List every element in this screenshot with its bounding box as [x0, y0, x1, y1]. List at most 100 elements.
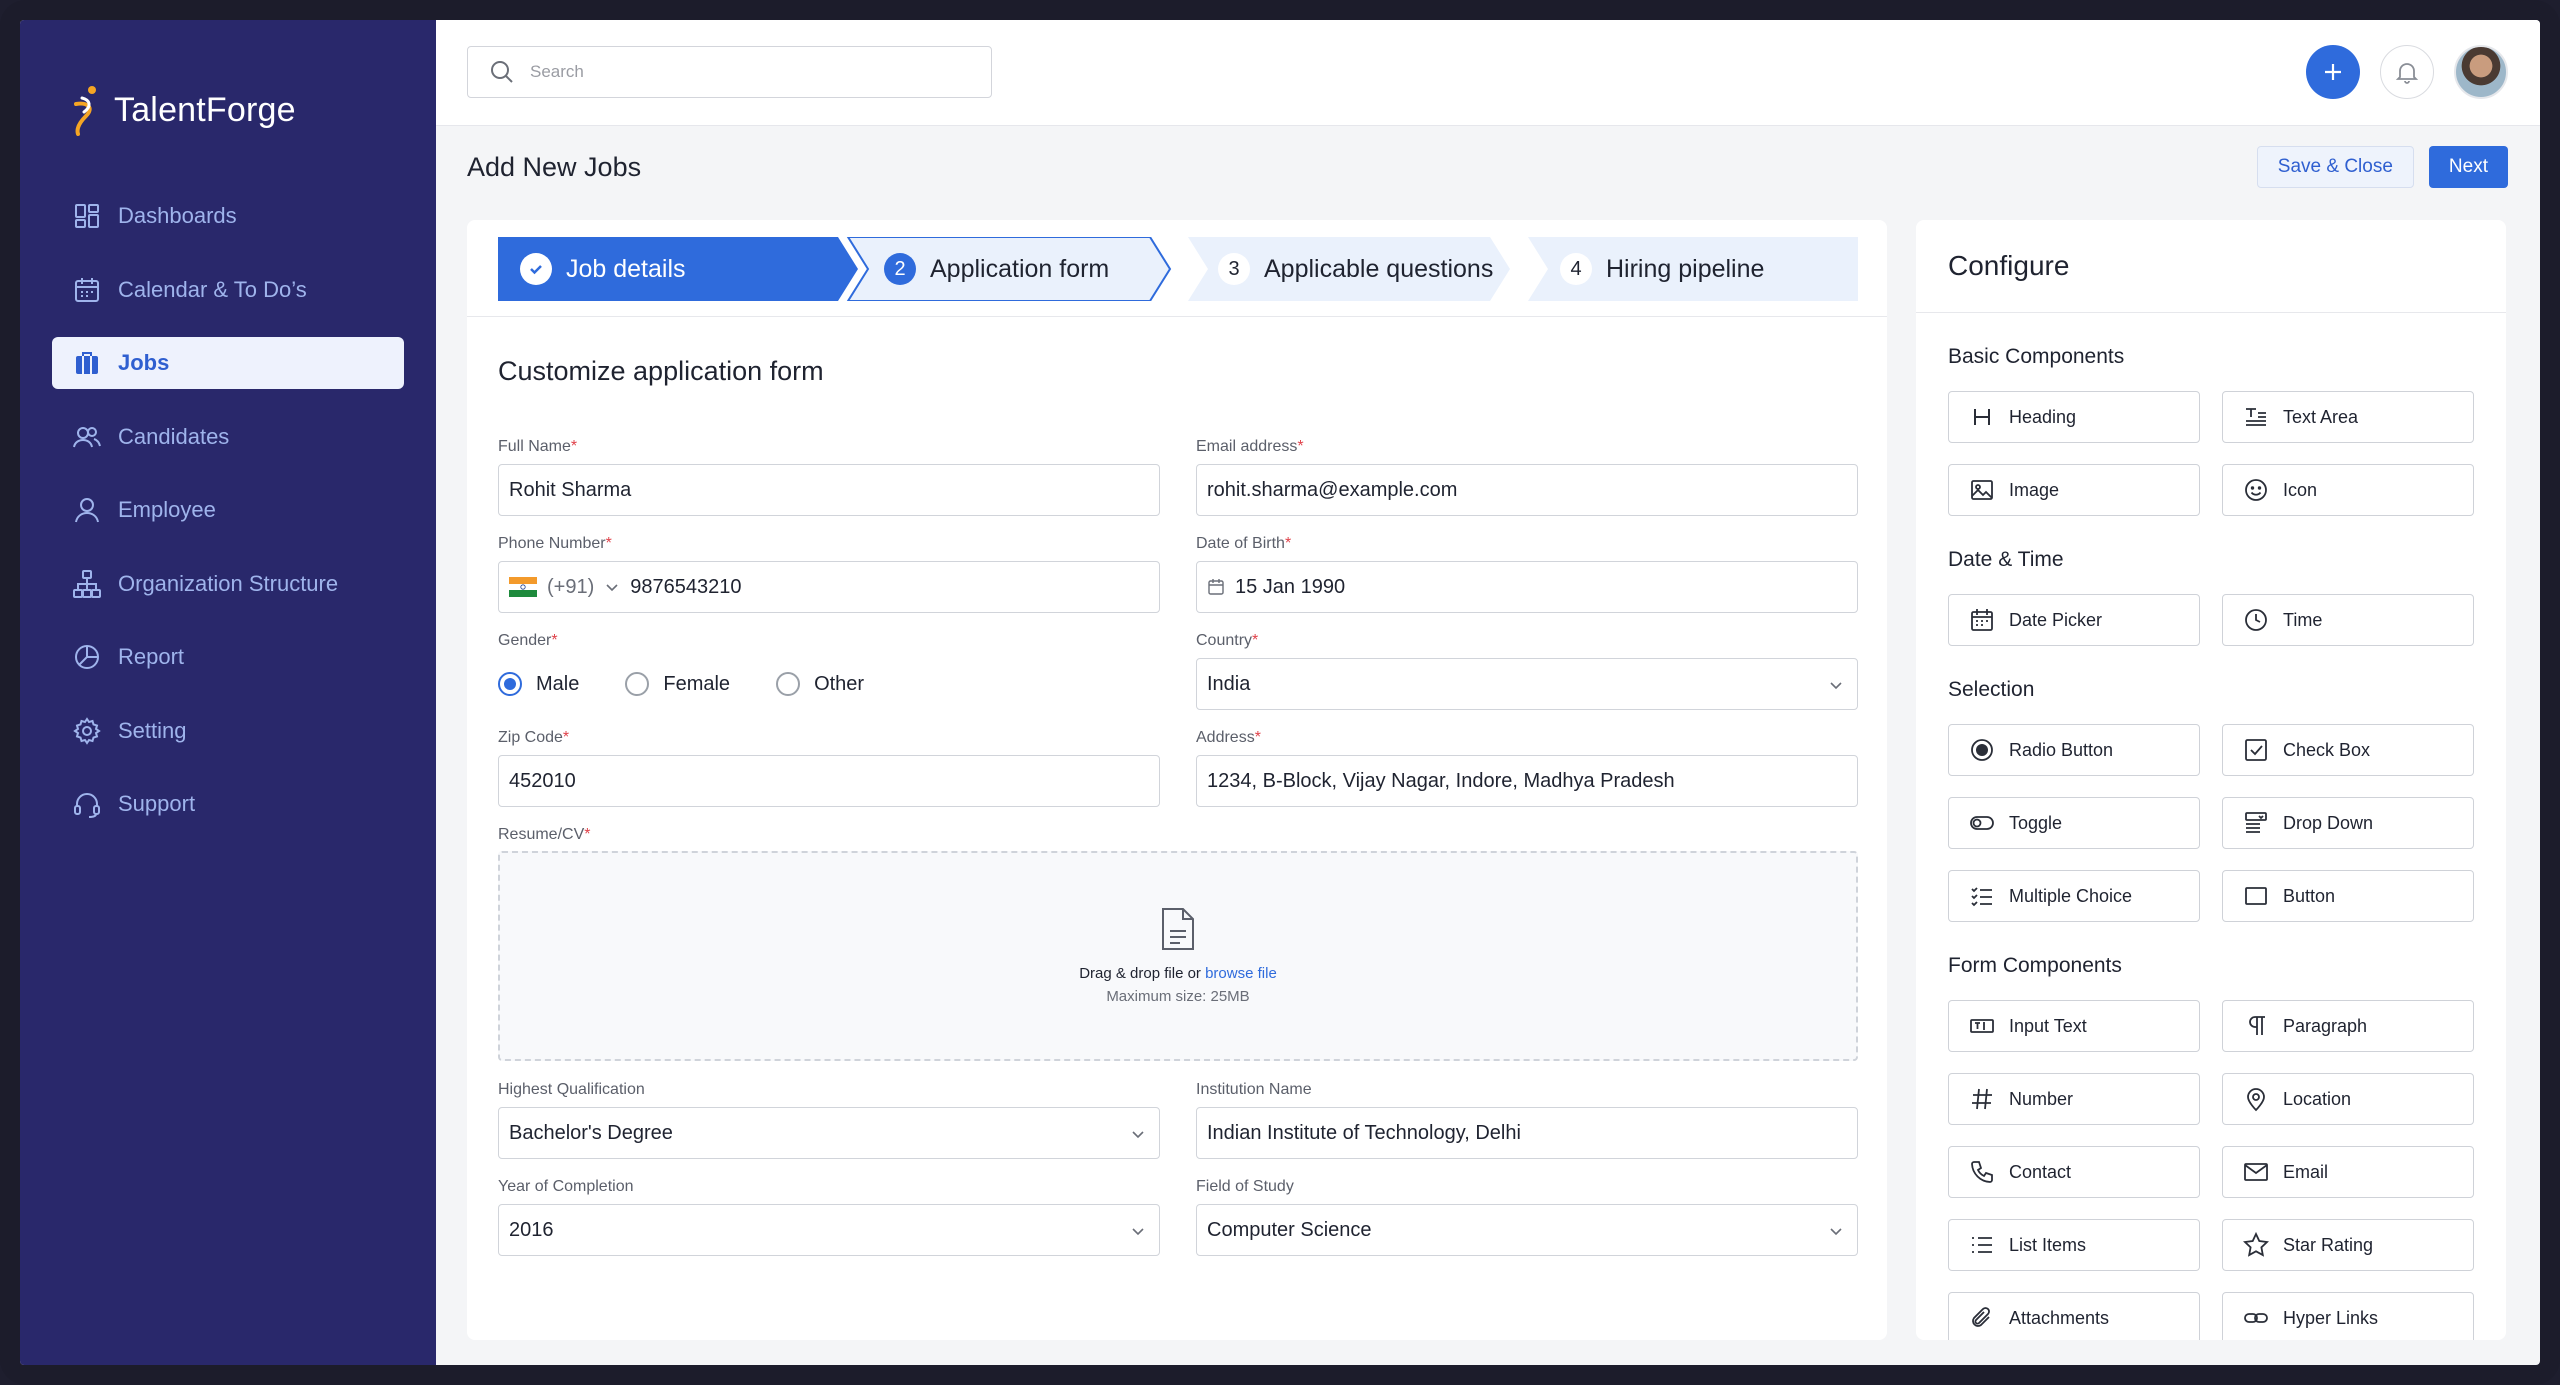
component-contact[interactable]: Contact [1948, 1146, 2200, 1198]
component-heading[interactable]: Heading [1948, 391, 2200, 443]
resume-dropzone[interactable]: Drag & drop file or browse file Maximum … [498, 851, 1858, 1061]
radio-icon[interactable] [776, 672, 801, 696]
label-text: Phone Number [498, 535, 606, 552]
required-mark: * [1297, 438, 1304, 455]
field-label: Year of Completion [498, 1178, 1160, 1198]
label-text: Resume/CV [498, 826, 585, 843]
sidebar-item-support[interactable]: Support [52, 778, 404, 830]
component-number[interactable]: Number [1948, 1073, 2200, 1125]
field-of-study-select[interactable]: Computer Science [1196, 1204, 1858, 1256]
select-value: India [1207, 672, 1251, 695]
component-label: Email [2283, 1161, 2329, 1182]
checklist-icon [1971, 887, 1992, 907]
sidebar-item-setting[interactable]: Setting [52, 705, 404, 757]
sidebar-item-dashboards[interactable]: Dashboards [52, 190, 404, 242]
component-drop-down[interactable]: Drop Down [2222, 797, 2474, 849]
component-toggle[interactable]: Toggle [1948, 797, 2200, 849]
sidebar-item-label: Report [118, 644, 185, 669]
step-applicable-questions[interactable]: 3 Applicable questions [1218, 237, 1493, 301]
configure-title: Configure [1948, 250, 2070, 281]
required-mark: * [551, 632, 558, 649]
sidebar-item-organization-structure[interactable]: Organization Structure [52, 558, 404, 610]
next-button[interactable]: Next [2428, 146, 2508, 188]
component-multiple-choice[interactable]: Multiple Choice [1948, 870, 2200, 922]
add-button[interactable] [2306, 45, 2360, 99]
dob-input[interactable]: 15 Jan 1990 [1196, 561, 1858, 613]
component-image[interactable]: Image [1948, 464, 2200, 516]
app-logo[interactable]: TalentForge [70, 84, 296, 136]
pie-chart-icon [75, 645, 99, 669]
field-label: Zip Code* [498, 729, 1160, 749]
component-location[interactable]: Location [2222, 1073, 2474, 1125]
component-date-picker[interactable]: Date Picker [1948, 594, 2200, 646]
component-time[interactable]: Time [2222, 594, 2474, 646]
location-pin-icon [2247, 1088, 2265, 1112]
chevron-down-icon[interactable] [604, 579, 620, 595]
component-star-rating[interactable]: Star Rating [2222, 1219, 2474, 1271]
component-label: Input Text [2009, 1015, 2087, 1036]
input-value: 15 Jan 1990 [1235, 575, 1346, 598]
notifications-button[interactable] [2380, 45, 2434, 99]
component-input-text[interactable]: Input Text [1948, 1000, 2200, 1052]
browse-file-link[interactable]: browse file [1205, 965, 1277, 982]
country-code[interactable]: (+91) [547, 576, 594, 599]
sidebar-item-jobs[interactable]: Jobs [52, 337, 404, 389]
label-text: Address [1196, 729, 1255, 746]
dropdown-icon [2245, 812, 2267, 833]
dashboard-icon [75, 204, 99, 228]
step-job-details[interactable]: Job details [520, 237, 686, 301]
component-text-area[interactable]: Text Area [2222, 391, 2474, 443]
sidebar-item-calendar[interactable]: Calendar & To Do’s [52, 264, 404, 316]
component-list-items[interactable]: List Items [1948, 1219, 2200, 1271]
radio-icon[interactable] [498, 672, 522, 696]
component-button[interactable]: Button [2222, 870, 2474, 922]
zip-input[interactable]: 452010 [498, 755, 1160, 807]
country-field: Country* India [1196, 632, 1858, 710]
search-box[interactable] [467, 46, 992, 98]
gender-option-other[interactable]: Other [776, 672, 864, 696]
sidebar-item-label: Employee [118, 497, 216, 522]
form-title: Customize application form [498, 356, 824, 386]
label-text: Highest Qualification [498, 1081, 645, 1098]
year-select[interactable]: 2016 [498, 1204, 1160, 1256]
sidebar-item-report[interactable]: Report [52, 631, 404, 683]
star-icon [2243, 1232, 2269, 1257]
step-application-form[interactable]: 2 Application form [884, 237, 1109, 301]
label-text: Full Name [498, 438, 571, 455]
search-input[interactable] [530, 62, 970, 82]
component-icon[interactable]: Icon [2222, 464, 2474, 516]
sidebar-item-candidates[interactable]: Candidates [52, 411, 404, 463]
field-of-study-field: Field of Study Computer Science [1196, 1178, 1858, 1256]
qualification-select[interactable]: Bachelor's Degree [498, 1107, 1160, 1159]
component-email[interactable]: Email [2222, 1146, 2474, 1198]
clock-icon [2245, 609, 2267, 631]
field-label: Date of Birth* [1196, 535, 1858, 555]
component-attachments[interactable]: Attachments [1948, 1292, 2200, 1340]
institution-input[interactable]: Indian Institute of Technology, Delhi [1196, 1107, 1858, 1159]
radio-label: Male [536, 672, 580, 695]
email-input[interactable]: rohit.sharma@example.com [1196, 464, 1858, 516]
required-mark: * [1252, 632, 1259, 649]
address-input[interactable]: 1234, B-Block, Vijay Nagar, Indore, Madh… [1196, 755, 1858, 807]
step-label: Applicable questions [1264, 254, 1494, 283]
country-select[interactable]: India [1196, 658, 1858, 710]
save-close-button[interactable]: Save & Close [2256, 146, 2414, 188]
component-paragraph[interactable]: Paragraph [2222, 1000, 2474, 1052]
radio-icon[interactable] [625, 672, 650, 696]
gender-option-male[interactable]: Male [498, 672, 579, 696]
sidebar: TalentForge Dashboards Calendar & To Do’… [20, 20, 436, 1365]
avatar[interactable] [2454, 45, 2508, 99]
component-hyper-links[interactable]: Hyper Links [2222, 1292, 2474, 1340]
component-radio-button[interactable]: Radio Button [1948, 724, 2200, 776]
component-label: Date Picker [2009, 609, 2103, 630]
step-hiring-pipeline[interactable]: 4 Hiring pipeline [1560, 237, 1764, 301]
sidebar-item-employee[interactable]: Employee [52, 484, 404, 536]
full-name-input[interactable]: Rohit Sharma [498, 464, 1160, 516]
gender-option-female[interactable]: Female [625, 672, 730, 696]
radio-label: Female [663, 672, 731, 695]
divider [467, 316, 1887, 317]
component-label: Heading [2009, 406, 2077, 427]
phone-input[interactable]: (+91) 9876543210 [498, 561, 1160, 613]
component-label: Multiple Choice [2009, 885, 2133, 906]
component-check-box[interactable]: Check Box [2222, 724, 2474, 776]
